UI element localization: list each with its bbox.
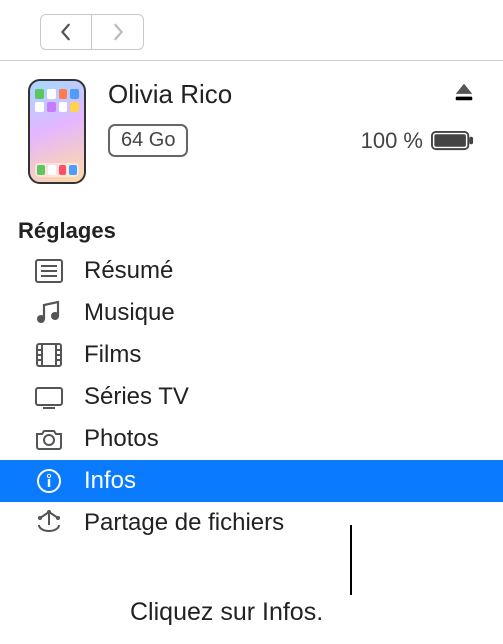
tv-icon (32, 383, 66, 411)
settings-list: Résumé Musique Films Séries TV Photos In… (0, 250, 503, 544)
sidebar-item-label: Films (84, 341, 141, 369)
sidebar-item-music[interactable]: Musique (0, 292, 503, 334)
nav-forward-button[interactable] (92, 14, 144, 50)
device-thumbnail[interactable] (28, 79, 86, 184)
callout-line (350, 525, 352, 595)
eject-button[interactable] (453, 81, 475, 108)
music-icon (32, 299, 66, 327)
toolbar (0, 0, 503, 61)
eject-icon (453, 81, 475, 103)
chevron-right-icon (111, 23, 125, 41)
sidebar-item-label: Photos (84, 425, 159, 453)
info-icon (32, 467, 66, 495)
sidebar-item-movies[interactable]: Films (0, 334, 503, 376)
sidebar-item-summary[interactable]: Résumé (0, 250, 503, 292)
film-icon (32, 341, 66, 369)
battery-icon (431, 130, 475, 151)
device-header: Olivia Rico 64 Go 100 % (0, 61, 503, 196)
callout-text: Cliquez sur Infos. (130, 598, 323, 627)
summary-icon (32, 257, 66, 285)
sidebar-item-label: Partage de fichiers (84, 509, 284, 537)
sidebar-item-label: Séries TV (84, 383, 189, 411)
battery-status: 100 % (361, 128, 475, 154)
nav-back-button[interactable] (40, 14, 92, 50)
sidebar-item-label: Résumé (84, 257, 173, 285)
sidebar-item-filesharing[interactable]: Partage de fichiers (0, 502, 503, 544)
sidebar-section-label: Réglages (0, 196, 503, 250)
battery-percent: 100 % (361, 128, 423, 154)
sidebar-item-label: Musique (84, 299, 175, 327)
camera-icon (32, 425, 66, 453)
file-sharing-icon (32, 509, 66, 537)
sidebar-item-photos[interactable]: Photos (0, 418, 503, 460)
sidebar-item-label: Infos (84, 467, 136, 495)
sidebar-item-info[interactable]: Infos (0, 460, 503, 502)
chevron-left-icon (59, 23, 73, 41)
sidebar-item-tv[interactable]: Séries TV (0, 376, 503, 418)
device-name: Olivia Rico (108, 79, 232, 110)
capacity-badge: 64 Go (108, 124, 188, 157)
